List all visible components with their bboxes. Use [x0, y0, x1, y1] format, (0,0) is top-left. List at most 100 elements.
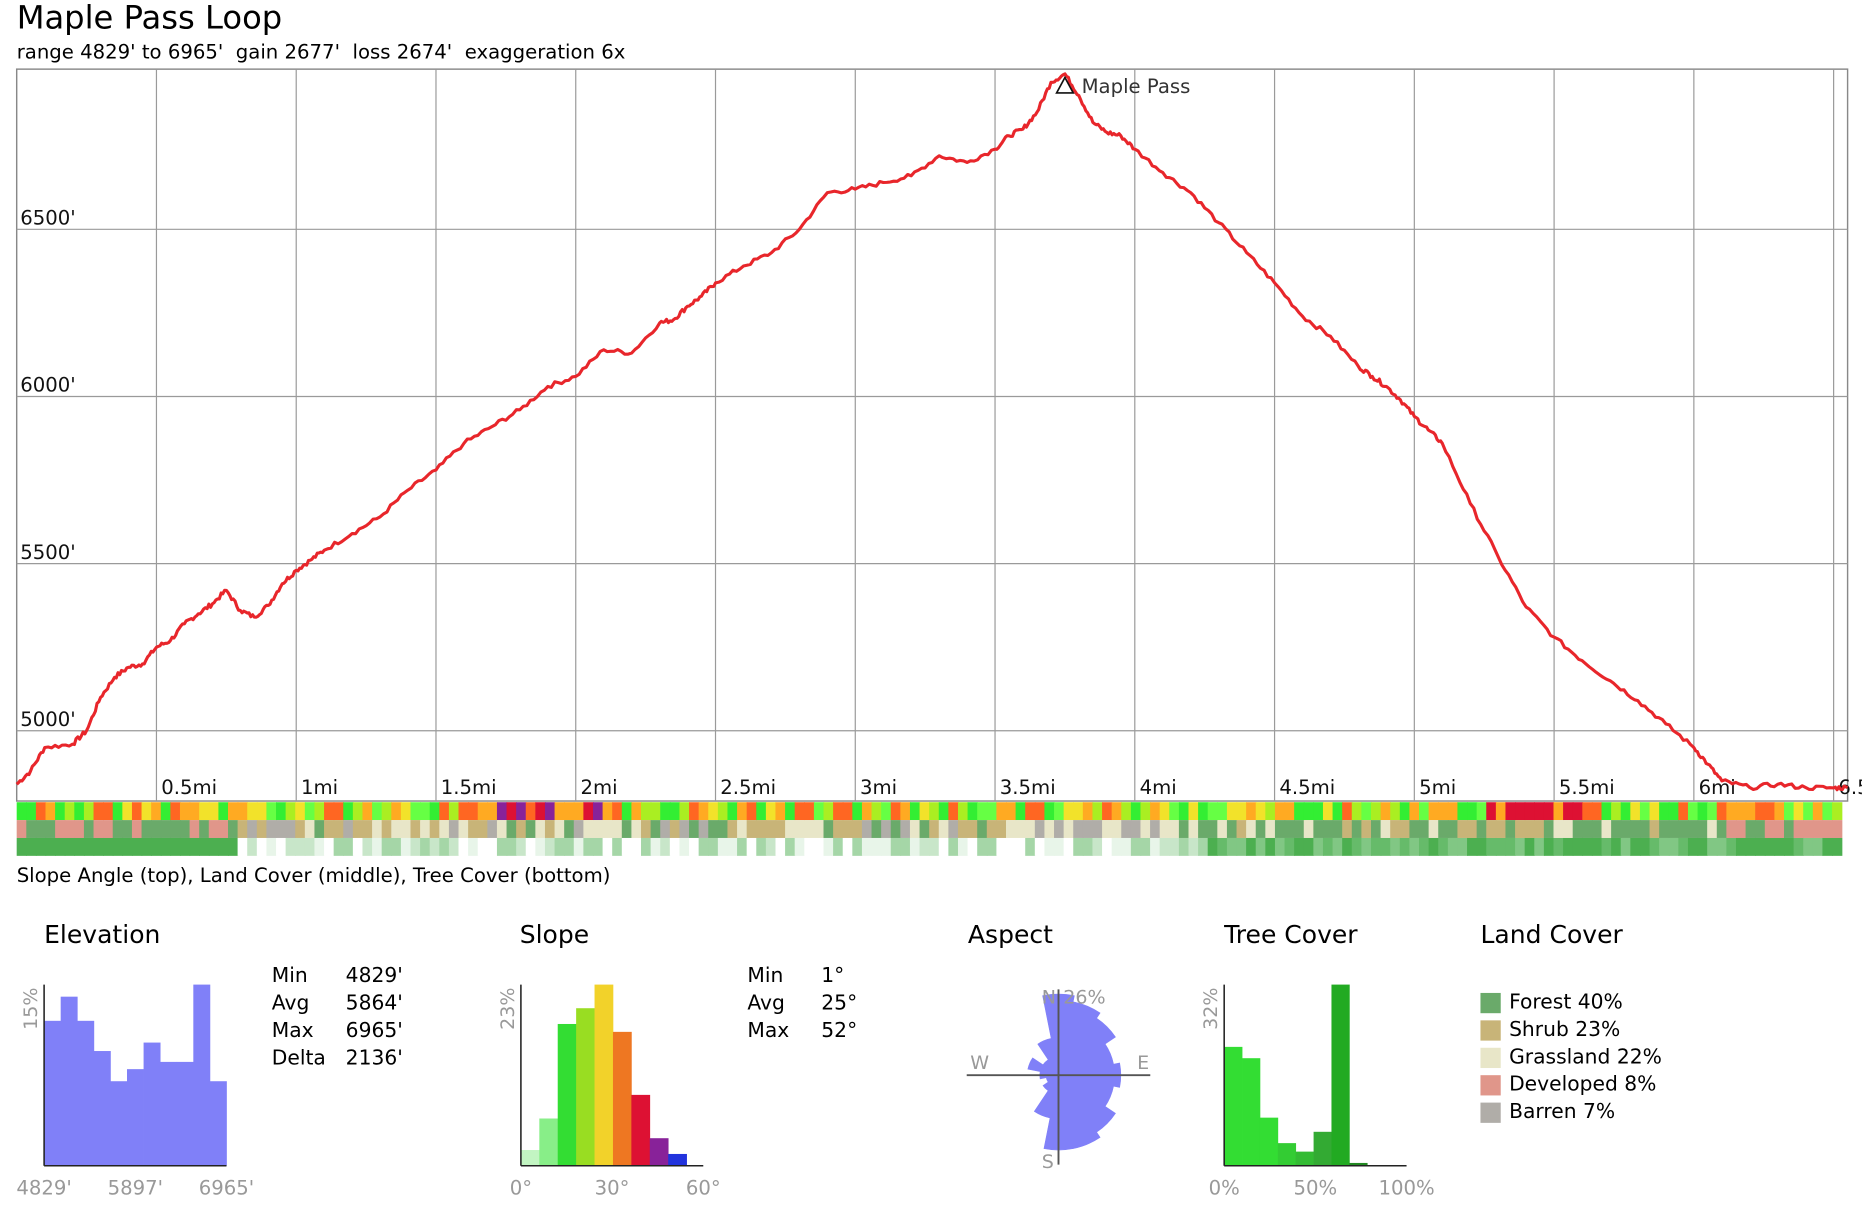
tree-cover-strip-cell	[151, 837, 162, 856]
land-cover-strip-cell	[641, 820, 652, 838]
tree-cover-strip-cell	[621, 837, 633, 856]
slope-strip-cell	[1342, 802, 1353, 821]
land-cover-strip-cell	[352, 820, 364, 838]
land-cover-strip-cell	[544, 820, 556, 838]
aspect-east-label: E	[1137, 1052, 1149, 1074]
tree-cover-strip-cell	[1188, 837, 1199, 856]
tree-cover-strip-cell	[996, 837, 1007, 856]
land-cover-strip-cell	[679, 820, 690, 838]
tree-cover-strip-cell	[679, 837, 690, 856]
slope-strip-cell	[1351, 802, 1363, 821]
tree-cover-strip-cell	[583, 837, 594, 856]
slope-strip-cell	[1505, 802, 1516, 821]
land-cover-strip-cell	[900, 820, 911, 838]
land-cover-strip-cell	[1265, 820, 1276, 838]
slope-strip-cell	[1082, 802, 1094, 821]
land-cover-strip-cell	[1428, 820, 1439, 838]
land-cover-strip-cell	[141, 820, 152, 838]
land-cover-strip-cell	[1438, 820, 1449, 838]
land-cover-strip-cell	[775, 820, 786, 838]
land-cover-strip-cell	[1236, 820, 1247, 838]
slope-strip-cell	[1611, 802, 1622, 821]
slope-strip-cell	[996, 802, 1007, 821]
land-cover-strip-cell	[1159, 820, 1171, 838]
land-cover-strip-cell	[1370, 820, 1382, 838]
slope-strip-cell	[35, 802, 47, 821]
tree-cover-strip-cell	[304, 837, 316, 856]
land-cover-strip-cell	[583, 820, 594, 838]
tree-cover-strip-cell	[1678, 837, 1689, 856]
land-cover-strip-cell	[881, 820, 892, 838]
slope-strip-cell	[1668, 802, 1680, 821]
slope-strip-cell	[1025, 802, 1036, 821]
land-cover-strip-cell	[170, 820, 181, 838]
x-tick-label: 4.5mi	[1279, 776, 1335, 799]
slope-strip-cell	[765, 802, 777, 821]
tree-cover-strip-cell	[1687, 837, 1699, 856]
land-cover-strip-cell	[285, 820, 296, 838]
slope-strip-cell	[1034, 802, 1046, 821]
slope-strip-cell	[506, 802, 517, 821]
tree-cover-strip-cell	[477, 837, 489, 856]
tree-cover-strip-cell	[708, 837, 719, 856]
land-cover-strip-cell	[1822, 820, 1833, 838]
tree-cover-strip-cell	[1649, 837, 1660, 856]
tree-cover-strip-cell	[93, 837, 104, 856]
slope-bar	[612, 1031, 632, 1166]
y-max-label: 15%	[20, 988, 42, 1030]
land-cover-strip-cell	[919, 820, 930, 838]
tree-cover-strip-cell	[1563, 837, 1574, 856]
land-cover-strip-cell	[1140, 820, 1151, 838]
slope-strip-cell	[45, 802, 56, 821]
slope-strip-cell	[151, 802, 162, 821]
slope-strip-cell	[266, 802, 277, 821]
tree-cover-strip-cell	[218, 837, 229, 856]
tree-cover-histogram: 32% 0% 50% 100%	[1200, 984, 1435, 1199]
tree-cover-strip-cell	[631, 837, 642, 856]
elevation-bar	[110, 1081, 128, 1166]
slope-strip-cell	[179, 802, 191, 821]
slope-strip-cell	[938, 802, 950, 821]
slope-stat-value: 52°	[821, 1019, 858, 1043]
slope-strip-cell	[1563, 802, 1574, 821]
tree-cover-strip-cell	[285, 837, 296, 856]
slope-strip-cell	[861, 802, 873, 821]
tree-cover-bar	[1259, 1117, 1279, 1166]
report: Maple Pass Loop range 4829' to 6965' gai…	[0, 0, 1862, 1228]
slope-strip-cell	[842, 802, 854, 821]
y-max-label: 32%	[1200, 988, 1222, 1030]
tree-cover-strip-cell	[1534, 837, 1545, 856]
slope-strip-cell	[64, 802, 76, 821]
tree-cover-strip-cell	[1351, 837, 1363, 856]
slope-strip-cell	[1063, 802, 1074, 821]
legend-swatch	[1480, 1047, 1501, 1069]
tree-cover-strip-cell	[1409, 837, 1420, 856]
tree-cover-strip-cell	[1668, 837, 1680, 856]
slope-strip-cell	[1438, 802, 1449, 821]
slope-strip-cell	[83, 802, 95, 821]
tree-cover-strip-cell	[1361, 837, 1372, 856]
slope-strip-cell	[170, 802, 181, 821]
slope-strip-cell	[1822, 802, 1833, 821]
land-cover-strip-cell	[852, 820, 863, 838]
elevation-bar	[60, 996, 78, 1166]
x-tick-label: 0%	[1209, 1176, 1240, 1199]
slope-strip-cell	[1582, 802, 1593, 821]
elevation-profile-chart: 0.5mi 1mi 1.5mi 2mi 2.5mi 3mi 3.5mi 4mi 4.5mi 5mi…	[15, 68, 1862, 856]
tree-cover-strip-cell	[1457, 837, 1468, 856]
slope-strip-cell	[237, 802, 248, 821]
slope-strip-cell	[1774, 802, 1785, 821]
land-cover-strip-cell	[1467, 820, 1478, 838]
elevation-bar	[160, 1061, 178, 1166]
slope-strip-cell	[1102, 802, 1113, 821]
slope-strip-cell	[592, 802, 604, 821]
land-cover-legend: Forest 40% Shrub 23% Grassland 22% Develope…	[1480, 989, 1662, 1126]
tree-cover-strip-cell	[890, 837, 902, 856]
land-cover-strip-cell	[967, 820, 978, 838]
tree-cover-strip-cell	[929, 837, 940, 856]
tree-cover-strip-cell	[266, 837, 277, 856]
land-cover-strip-cell	[1784, 820, 1795, 838]
slope-strip-cell	[1793, 802, 1804, 821]
tree-cover-strip-cell	[1553, 837, 1564, 856]
slope-bar	[539, 1118, 559, 1166]
